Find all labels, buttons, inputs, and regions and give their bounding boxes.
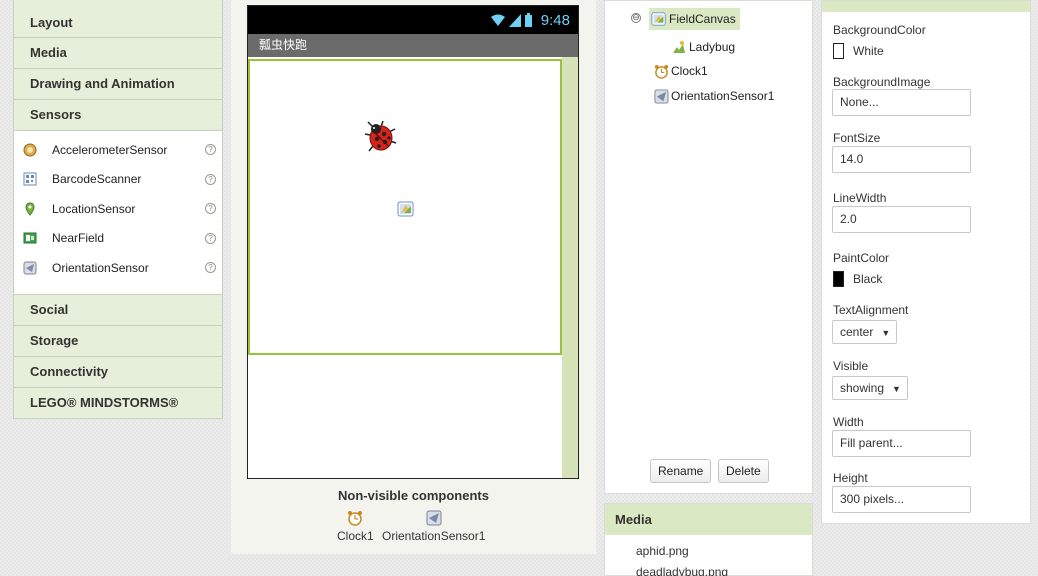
tree-item-label: OrientationSensor1 bbox=[671, 89, 775, 103]
image-sprite-icon bbox=[671, 39, 687, 55]
color-swatch bbox=[833, 271, 844, 287]
select-value: showing bbox=[840, 381, 885, 395]
prop-label-visible: Visible bbox=[833, 359, 869, 373]
canvas-placeholder-icon bbox=[397, 201, 414, 217]
delete-button[interactable]: Delete bbox=[718, 459, 769, 483]
palette-panel: Layout Media Drawing and Animation Senso… bbox=[13, 0, 223, 419]
help-icon[interactable]: ? bbox=[205, 262, 216, 274]
background-image-field[interactable]: None... bbox=[832, 89, 971, 116]
media-panel: Media aphid.png deadladybug.png bbox=[604, 503, 813, 576]
media-file-aphid[interactable]: aphid.png bbox=[636, 544, 689, 558]
palette-item-label: NearField bbox=[52, 231, 105, 246]
orientation-icon bbox=[23, 261, 37, 275]
prop-label-text-alignment: TextAlignment bbox=[833, 303, 909, 317]
tree-item-clock1[interactable]: Clock1 bbox=[653, 63, 708, 79]
tree-item-orientationsensor1[interactable]: OrientationSensor1 bbox=[653, 88, 774, 104]
drawer-social[interactable]: Social bbox=[13, 295, 223, 326]
drawer-sensors[interactable]: Sensors bbox=[13, 100, 223, 131]
viewer-panel: 9:48 瓢虫快跑 Non-visible components Clock1 … bbox=[231, 0, 596, 554]
select-value: center bbox=[840, 325, 874, 339]
drawer-storage[interactable]: Storage bbox=[13, 326, 223, 357]
help-icon[interactable]: ? bbox=[205, 144, 216, 156]
width-field[interactable]: Fill parent... bbox=[832, 430, 971, 457]
drawer-lego-mindstorms[interactable]: LEGO® MINDSTORMS® bbox=[13, 388, 223, 419]
nonvisible-components-title: Non-visible components bbox=[338, 488, 489, 503]
tree-item-fieldcanvas[interactable]: FieldCanvas bbox=[649, 8, 740, 30]
drawer-drawing-and-animation[interactable]: Drawing and Animation bbox=[13, 69, 223, 100]
help-icon[interactable]: ? bbox=[205, 232, 216, 244]
paint-color-picker[interactable]: Black bbox=[833, 271, 882, 287]
tree-item-label: Ladybug bbox=[689, 40, 736, 54]
prop-label-height: Height bbox=[833, 471, 868, 485]
prop-label-line-width: LineWidth bbox=[833, 191, 887, 205]
palette-item-accelerometer-sensor[interactable]: AccelerometerSensor ? bbox=[14, 135, 222, 165]
caret-down-icon: ▼ bbox=[881, 328, 891, 338]
canvas-field[interactable] bbox=[248, 59, 562, 355]
status-icons bbox=[490, 12, 533, 28]
palette-item-label: OrientationSensor bbox=[52, 260, 149, 275]
orientation-icon bbox=[426, 510, 442, 526]
tree-item-label: FieldCanvas bbox=[669, 12, 736, 26]
font-size-field[interactable]: 14.0 bbox=[832, 146, 971, 173]
signal-icon bbox=[508, 14, 521, 27]
palette-item-label: BarcodeScanner bbox=[52, 172, 142, 187]
nonvisible-orientationsensor1[interactable]: OrientationSensor1 bbox=[382, 510, 485, 543]
media-title: Media bbox=[605, 504, 812, 535]
color-swatch bbox=[833, 43, 844, 59]
prop-label-paint-color: PaintColor bbox=[833, 251, 890, 265]
nonvisible-label: Clock1 bbox=[337, 529, 374, 543]
text-alignment-select[interactable]: center ▼ bbox=[832, 320, 898, 344]
background-color-picker[interactable]: White bbox=[833, 43, 884, 59]
status-bar: 9:48 bbox=[248, 6, 578, 34]
visible-select[interactable]: showing ▼ bbox=[832, 376, 908, 400]
line-width-field[interactable]: 2.0 bbox=[832, 206, 971, 233]
accelerometer-icon bbox=[23, 143, 37, 157]
palette-item-label: LocationSensor bbox=[52, 201, 136, 216]
prop-label-background-color: BackgroundColor bbox=[833, 23, 926, 37]
media-file-deadladybug[interactable]: deadladybug.png bbox=[636, 565, 728, 576]
prop-label-background-image: BackgroundImage bbox=[833, 75, 931, 89]
rename-button[interactable]: Rename bbox=[650, 459, 712, 483]
nfc-icon bbox=[23, 231, 37, 245]
battery-icon bbox=[524, 12, 532, 27]
viewer-scrollbar[interactable] bbox=[562, 57, 578, 478]
clock-icon bbox=[348, 511, 363, 526]
tree-item-ladybug[interactable]: Ladybug bbox=[671, 39, 735, 55]
palette-item-barcode-scanner[interactable]: BarcodeScanner ? bbox=[14, 165, 222, 195]
prop-label-font-size: FontSize bbox=[833, 131, 881, 145]
palette-item-near-field[interactable]: NearField ? bbox=[14, 224, 222, 254]
drawer-layout[interactable]: Layout bbox=[13, 0, 223, 38]
color-value: Black bbox=[853, 272, 883, 286]
screen-title: 瓢虫快跑 bbox=[248, 34, 578, 57]
components-panel: ⊖ FieldCanvas Ladybug Clock1 Orientation… bbox=[604, 0, 813, 494]
screen-area bbox=[248, 57, 578, 478]
nonvisible-clock1[interactable]: Clock1 bbox=[337, 510, 374, 543]
phone-preview: 9:48 瓢虫快跑 bbox=[247, 5, 579, 479]
height-field[interactable]: 300 pixels... bbox=[832, 486, 971, 513]
location-pin-icon bbox=[23, 202, 37, 216]
sensors-list: AccelerometerSensor ? BarcodeScanner ? L… bbox=[13, 131, 223, 295]
ladybug-sprite[interactable] bbox=[363, 119, 399, 155]
orientation-icon bbox=[653, 88, 669, 104]
drawer-media[interactable]: Media bbox=[13, 38, 223, 69]
properties-header bbox=[822, 1, 1030, 12]
prop-label-width: Width bbox=[833, 415, 864, 429]
status-time: 9:48 bbox=[540, 11, 570, 29]
caret-down-icon: ▼ bbox=[892, 384, 901, 394]
drawer-connectivity[interactable]: Connectivity bbox=[13, 357, 223, 388]
canvas-icon bbox=[651, 11, 667, 27]
collapse-icon[interactable]: ⊖ bbox=[631, 13, 641, 23]
barcode-icon bbox=[23, 172, 37, 186]
help-icon[interactable]: ? bbox=[205, 203, 216, 215]
palette-item-label: AccelerometerSensor bbox=[52, 142, 168, 157]
help-icon[interactable]: ? bbox=[205, 173, 216, 185]
wifi-icon bbox=[490, 14, 505, 26]
palette-item-location-sensor[interactable]: LocationSensor ? bbox=[14, 194, 222, 224]
color-value: White bbox=[853, 44, 884, 58]
properties-panel: BackgroundColor White BackgroundImage No… bbox=[821, 0, 1031, 524]
tree-item-label: Clock1 bbox=[671, 64, 708, 78]
palette-item-orientation-sensor[interactable]: OrientationSensor ? bbox=[14, 253, 222, 283]
clock-icon bbox=[653, 63, 669, 79]
nonvisible-label: OrientationSensor1 bbox=[382, 529, 486, 543]
